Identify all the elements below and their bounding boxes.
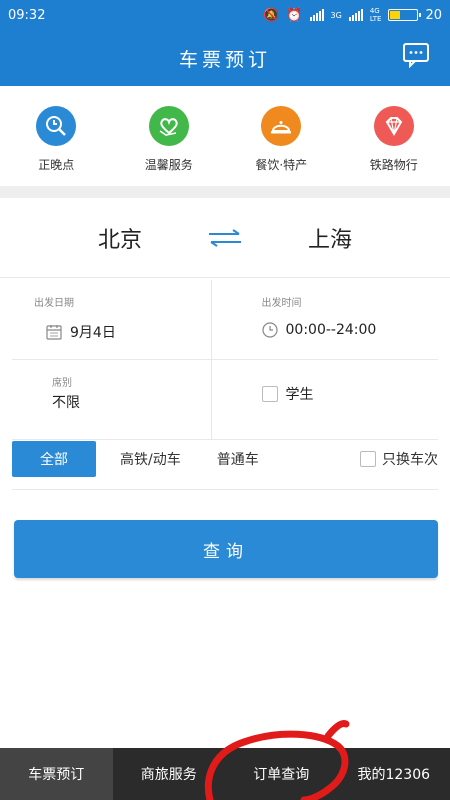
chat-bubble-icon[interactable] (402, 42, 430, 68)
signal-icon-2 (348, 9, 363, 21)
battery-icon (388, 9, 422, 21)
date-value: 9月4日 (70, 325, 116, 341)
filter-putong[interactable]: 普通车 (217, 449, 259, 469)
clock-search-icon (36, 106, 77, 146)
seat-label: 席别 (52, 378, 72, 389)
time-picker[interactable]: 出发时间 00:00--24:00 (210, 280, 439, 359)
service-rail-goods[interactable]: 铁路物行 (344, 106, 444, 173)
network-4g: 4G LTE (370, 7, 382, 23)
time-value-wrap: 00:00--24:00 (261, 322, 377, 338)
tab-ticket-booking[interactable]: 车票预订 (0, 748, 113, 800)
network-3g: 3G (330, 10, 342, 20)
service-label: 铁路物行 (369, 158, 418, 172)
time-label: 出发时间 (261, 298, 302, 309)
transfer-toggle[interactable]: 只换车次 (360, 449, 438, 469)
student-wrap: 学生 (261, 384, 314, 404)
time-value: 00:00--24:00 (285, 322, 377, 338)
tab-my-12306[interactable]: 我的12306 (338, 748, 450, 800)
network-lte-label: LTE (369, 15, 382, 23)
filter-gaotie[interactable]: 高铁/动车 (120, 449, 181, 469)
service-food[interactable]: 餐饮·特产 (231, 106, 331, 173)
service-label: 餐饮·特产 (255, 158, 308, 172)
alarm-icon: ⏰ (286, 7, 303, 23)
date-time-row: 出发日期 9月4日 出发时间 00:00--24:00 (12, 280, 438, 360)
signal-icon (309, 9, 324, 21)
from-station[interactable]: 北京 (90, 222, 150, 254)
student-checkbox[interactable] (261, 386, 278, 402)
student-toggle[interactable]: 学生 (210, 360, 439, 439)
service-label: 正晚点 (38, 158, 75, 172)
service-label: 温馨服务 (144, 158, 193, 172)
tab-order-query[interactable]: 订单查询 (225, 748, 338, 800)
seat-value-wrap: 不限 (52, 392, 80, 412)
train-type-filters: 全部 高铁/动车 普通车 只换车次 (12, 438, 438, 490)
transfer-checkbox[interactable] (360, 450, 376, 467)
filter-all-button[interactable]: 全部 (12, 440, 96, 477)
calendar-icon (46, 325, 62, 340)
status-time: 09:32 (8, 7, 46, 23)
to-station[interactable]: 上海 (300, 222, 360, 254)
service-warm[interactable]: 温馨服务 (119, 106, 219, 173)
status-bar: 09:32 🔕 ⏰ 3G 4G LTE 20 (0, 0, 450, 30)
mute-icon: 🔕 (263, 7, 280, 23)
service-shortcuts: 正晚点 温馨服务 餐饮·特产 铁路物行 (0, 86, 450, 198)
date-label: 出发日期 (34, 298, 74, 309)
tab-business-travel[interactable]: 商旅服务 (113, 748, 226, 800)
heart-hand-icon (148, 106, 189, 146)
status-icons: 🔕 ⏰ 3G 4G LTE 20 (263, 7, 442, 23)
title-bar: 车票预订 (0, 30, 450, 86)
battery-level: 20 (425, 7, 442, 23)
cloche-icon (261, 106, 302, 146)
query-button[interactable]: 查询 (14, 520, 438, 578)
page-title: 车票预订 (178, 48, 271, 71)
swap-icon[interactable] (205, 228, 245, 248)
network-4g-label: 4G (369, 7, 380, 15)
diamond-icon (373, 106, 414, 146)
date-picker[interactable]: 出发日期 9月4日 (12, 280, 211, 359)
transfer-label: 只换车次 (382, 451, 438, 468)
clock-icon (261, 322, 278, 338)
route-selector: 北京 上海 (0, 198, 450, 278)
seat-value: 不限 (52, 395, 80, 411)
student-label: 学生 (285, 387, 314, 403)
seat-student-row: 席别 不限 学生 (12, 360, 438, 440)
bottom-nav: 车票预订 商旅服务 订单查询 我的12306 (0, 748, 450, 800)
seat-picker[interactable]: 席别 不限 (12, 360, 211, 439)
date-value-wrap: 9月4日 (46, 322, 116, 342)
service-train-status[interactable]: 正晚点 (6, 106, 106, 173)
